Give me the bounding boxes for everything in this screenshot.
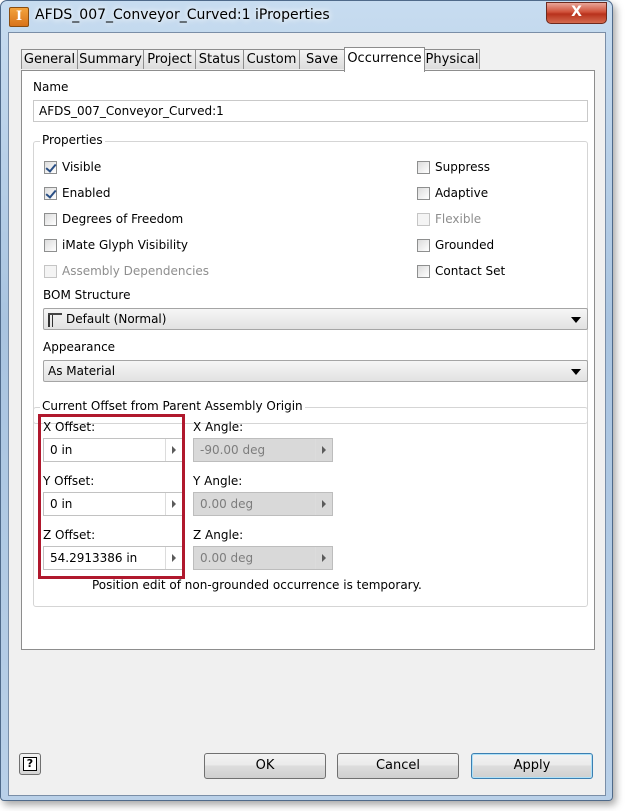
enabled-label: Enabled: [62, 186, 111, 200]
imate-glyph-visibility-label: iMate Glyph Visibility: [62, 238, 189, 252]
offset-highlight-annotation: [38, 414, 185, 579]
flexible-label: Flexible: [435, 212, 482, 226]
y-angle-value: 0.00 deg: [200, 497, 254, 511]
name-field[interactable]: AFDS_007_Conveyor_Curved:1: [33, 100, 588, 122]
suppress-label: Suppress: [435, 160, 491, 174]
visible-checkbox[interactable]: [44, 161, 57, 174]
x-angle-menu-arrow-icon: [315, 439, 332, 461]
suppress-checkbox[interactable]: [417, 161, 430, 174]
chevron-down-icon: [571, 317, 581, 323]
tab-project[interactable]: Project: [143, 49, 196, 69]
z-angle-input: 0.00 deg: [193, 546, 333, 570]
temporary-position-note: Position edit of non-grounded occurrence…: [92, 578, 422, 592]
imate-glyph-visibility-checkbox[interactable]: [44, 239, 57, 252]
grounded-label: Grounded: [435, 238, 495, 252]
y-angle-input: 0.00 deg: [193, 492, 333, 516]
bom-structure-icon: [48, 312, 62, 327]
x-angle-input: -90.00 deg: [193, 438, 333, 462]
z-angle-label: Z Angle:: [193, 528, 244, 542]
visible-label: Visible: [62, 160, 102, 174]
help-button[interactable]: ?: [19, 753, 41, 775]
close-icon: X: [571, 4, 582, 20]
x-angle-value: -90.00 deg: [200, 443, 266, 457]
close-button[interactable]: X: [546, 2, 607, 24]
offset-group-title: Current Offset from Parent Assembly Orig…: [40, 399, 305, 413]
degrees-of-freedom-label: Degrees of Freedom: [62, 212, 184, 226]
name-label: Name: [33, 80, 69, 94]
tab-occurrence[interactable]: Occurrence: [344, 47, 425, 72]
tab-custom[interactable]: Custom: [243, 49, 300, 69]
flexible-checkbox: [417, 213, 430, 226]
help-icon: ?: [23, 757, 37, 771]
tab-physical[interactable]: Physical: [424, 49, 480, 69]
x-angle-label: X Angle:: [193, 420, 244, 434]
appearance-label: Appearance: [43, 340, 116, 354]
assembly-dependencies-checkbox: [44, 265, 57, 278]
grounded-checkbox[interactable]: [417, 239, 430, 252]
dialog-window: I AFDS_007_Conveyor_Curved:1 iProperties…: [0, 0, 613, 801]
bom-structure-value: Default (Normal): [66, 312, 167, 326]
properties-group-title: Properties: [40, 133, 105, 147]
bom-structure-dropdown[interactable]: Default (Normal): [43, 308, 588, 330]
ok-button[interactable]: OK: [204, 753, 326, 779]
z-angle-value: 0.00 deg: [200, 551, 254, 565]
tab-save[interactable]: Save: [299, 49, 345, 69]
tab-general[interactable]: General: [21, 49, 78, 69]
contact-set-label: Contact Set: [435, 264, 506, 278]
appearance-dropdown[interactable]: As Material: [43, 360, 588, 382]
adaptive-label: Adaptive: [435, 186, 489, 200]
z-angle-menu-arrow-icon: [315, 547, 332, 569]
cancel-button[interactable]: Cancel: [337, 753, 459, 779]
appearance-value: As Material: [48, 364, 116, 378]
adaptive-checkbox[interactable]: [417, 187, 430, 200]
assembly-dependencies-label: Assembly Dependencies: [62, 264, 210, 278]
apply-button[interactable]: Apply: [471, 753, 593, 779]
inventor-app-icon: I: [9, 7, 29, 27]
chevron-down-icon: [571, 369, 581, 375]
window-title: AFDS_007_Conveyor_Curved:1 iProperties: [35, 7, 330, 23]
degrees-of-freedom-checkbox[interactable]: [44, 213, 57, 226]
tab-summary[interactable]: Summary: [77, 49, 144, 69]
title-bar[interactable]: I AFDS_007_Conveyor_Curved:1 iProperties…: [1, 1, 612, 31]
bom-structure-label: BOM Structure: [43, 288, 131, 302]
tab-status[interactable]: Status: [195, 49, 244, 69]
dialog-client-area: General Summary Project Status Custom Sa…: [8, 32, 606, 796]
y-angle-menu-arrow-icon: [315, 493, 332, 515]
y-angle-label: Y Angle:: [193, 474, 243, 488]
contact-set-checkbox[interactable]: [417, 265, 430, 278]
enabled-checkbox[interactable]: [44, 187, 57, 200]
